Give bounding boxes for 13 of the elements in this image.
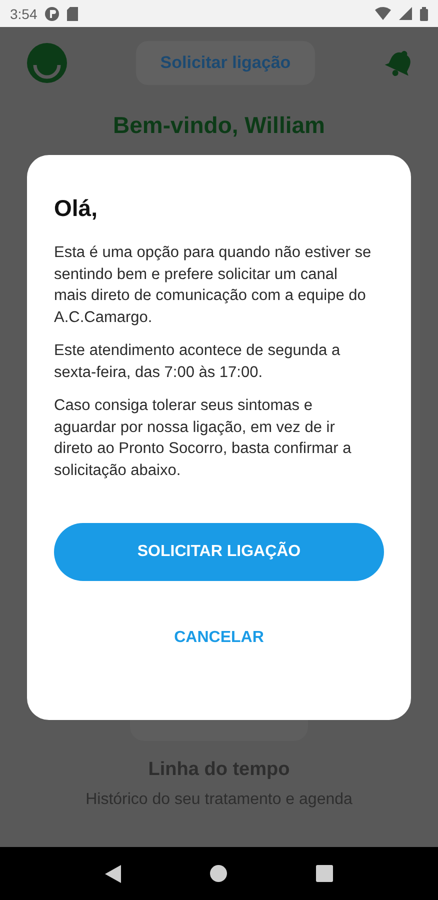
request-call-button[interactable]: SOLICITAR LIGAÇÃO [54, 523, 384, 581]
status-time: 3:54 [10, 6, 38, 22]
sd-card-icon [67, 6, 78, 20]
app-notification-icon [45, 6, 60, 20]
dialog-paragraph: Este atendimento acontece de segunda a sexta-feira, das 7:00 às 17:00. [54, 341, 342, 382]
battery-icon [420, 6, 428, 20]
cancel-button[interactable]: CANCELAR [164, 623, 274, 653]
dialog-title: Olá, [54, 195, 98, 222]
wifi-icon [375, 7, 391, 20]
signal-icon [399, 7, 412, 20]
dialog-paragraph: Esta é uma opção para quando não estiver se sentindo bem e prefere solicitar um canal mais direto de comunicação com a equipe do A.C.Camargo. [54, 243, 372, 328]
welcome-title: Bem-vindo, William [112, 112, 326, 139]
dialog-paragraph: Caso consiga tolerar seus sintomas e aguardar por nossa ligação, em vez de ir direto ao Pronto Socorro, basta confirmar a solicitação abaixo. [54, 396, 352, 480]
